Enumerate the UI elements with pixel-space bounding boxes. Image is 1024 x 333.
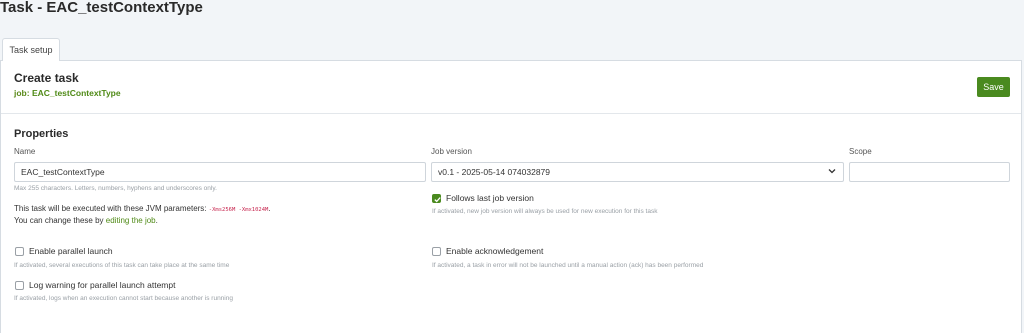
name-input[interactable]: EAC_testContextType (14, 162, 426, 182)
job-version-value: v0.1 - 2025-05-14 074032879 (438, 167, 551, 177)
jvm-text: This task will be executed with these JV… (14, 204, 271, 213)
log-warning-help: If activated, logs when an execution can… (14, 295, 233, 302)
scope-label: Scope (849, 147, 872, 156)
follows-last-label: Follows last job version (446, 193, 534, 203)
log-warning-label: Log warning for parallel launch attempt (29, 280, 176, 290)
log-warning-checkbox[interactable] (15, 281, 24, 290)
create-task-title: Create task (14, 71, 79, 85)
name-help: Max 255 characters. Letters, numbers, hy… (14, 185, 217, 192)
jvm-change-before: You can change these by (14, 216, 104, 225)
name-label: Name (14, 147, 36, 156)
page-title: Task - EAC_testContextType (0, 0, 203, 16)
parallel-launch-label: Enable parallel launch (29, 246, 113, 256)
task-panel: Create task job: EAC_testContextType Sav… (0, 60, 1022, 333)
parallel-launch-checkbox[interactable] (15, 247, 24, 256)
jvm-params: -Xms256M -Xmx1024M (208, 207, 269, 213)
parallel-launch-help: If activated, several executions of this… (14, 262, 230, 269)
panel-header: Create task job: EAC_testContextType Sav… (1, 61, 1021, 114)
acknowledgement-help: If activated, a task in error will not b… (432, 262, 704, 269)
jvm-change-after: . (155, 216, 158, 225)
follows-last-help: If activated, new job version will alway… (432, 208, 658, 215)
chevron-down-icon (828, 169, 836, 174)
tab-task-setup[interactable]: Task setup (2, 38, 60, 61)
acknowledgement-checkbox[interactable] (432, 247, 441, 256)
job-version-label: Job version (431, 147, 472, 156)
scope-input[interactable] (849, 162, 1010, 182)
jvm-text-after: . (268, 204, 271, 213)
edit-job-link[interactable]: editing the job (106, 216, 156, 225)
properties-title: Properties (14, 128, 69, 140)
job-name: EAC_testContextType (31, 88, 121, 98)
follows-last-checkbox[interactable] (432, 194, 441, 203)
save-button[interactable]: Save (977, 77, 1010, 97)
acknowledgement-label: Enable acknowledgement (446, 246, 544, 256)
checkmark-icon (434, 197, 441, 203)
jvm-change-text: You can change these by editing the job. (14, 216, 158, 225)
job-line: job: EAC_testContextType (14, 88, 121, 98)
job-label: job: (14, 88, 30, 98)
job-version-select[interactable]: v0.1 - 2025-05-14 074032879 (431, 162, 844, 182)
jvm-text-before: This task will be executed with these JV… (14, 204, 207, 213)
